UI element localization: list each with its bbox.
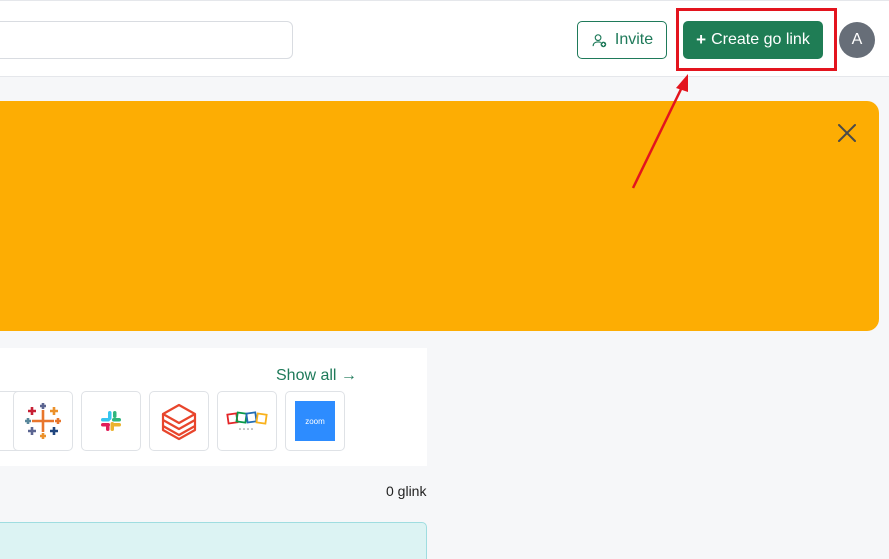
add-user-icon xyxy=(592,33,607,47)
zoom-icon: zoom xyxy=(295,401,335,441)
invite-label: Invite xyxy=(614,31,654,48)
zoho-icon xyxy=(226,411,268,430)
search-input[interactable] xyxy=(0,21,293,59)
slack-icon xyxy=(101,411,121,431)
databricks-icon xyxy=(161,403,197,441)
glink-count: 0 glink xyxy=(386,483,427,499)
tableau-icon xyxy=(25,403,61,439)
highlight-annotation-box xyxy=(676,8,837,71)
annotation-arrow-icon xyxy=(631,74,688,189)
invite-button[interactable]: Invite xyxy=(577,21,667,59)
app-tile-zoom[interactable]: zoom xyxy=(285,391,345,451)
app-tile-slack[interactable] xyxy=(81,391,141,451)
avatar[interactable]: A xyxy=(839,22,875,58)
show-all-link[interactable]: Show all → xyxy=(276,367,357,385)
app-tile-databricks[interactable] xyxy=(149,391,209,451)
app-tile-zoho[interactable] xyxy=(217,391,277,451)
promo-banner xyxy=(0,101,879,331)
zoom-icon-text: zoom xyxy=(305,416,325,426)
app-tile-tableau[interactable] xyxy=(13,391,73,451)
info-box xyxy=(0,522,427,559)
close-icon[interactable] xyxy=(836,122,858,144)
avatar-initial: A xyxy=(851,31,863,48)
